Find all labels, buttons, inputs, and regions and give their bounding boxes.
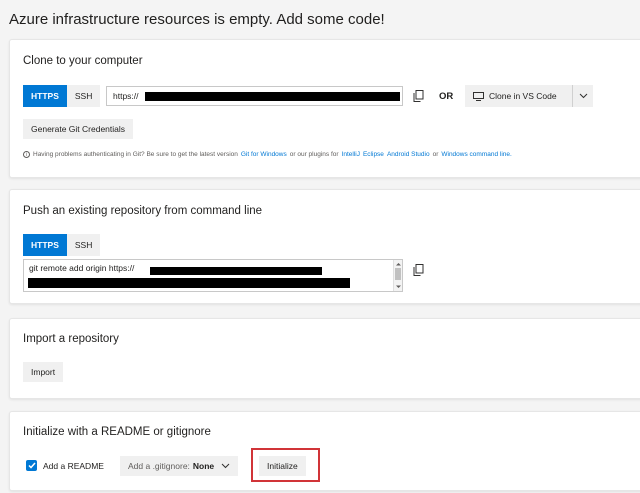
import-button[interactable]: Import xyxy=(23,362,64,382)
push-url-redaction-1 xyxy=(150,267,322,275)
monitor-icon xyxy=(473,91,484,101)
help-mid: or our plugins for xyxy=(289,151,339,158)
git-for-windows-link[interactable]: Git for Windows xyxy=(241,151,287,158)
init-title: Initialize with a README or gitignore xyxy=(23,426,211,438)
clone-copy-button[interactable] xyxy=(408,86,428,106)
scroll-up-icon xyxy=(396,263,401,266)
checkmark-icon xyxy=(27,462,36,469)
push-url-redaction-2 xyxy=(28,278,350,288)
chevron-down-icon xyxy=(579,93,587,99)
clone-url-redaction xyxy=(145,92,400,101)
push-title: Push an existing repository from command… xyxy=(23,205,263,217)
clone-vscode-dropdown[interactable] xyxy=(572,85,593,107)
initialize-highlight xyxy=(251,448,320,482)
clone-url-prefix: https:// xyxy=(113,91,139,101)
init-card: Initialize with a README or gitignore Ad… xyxy=(9,411,640,491)
clone-https-button[interactable]: HTTPS xyxy=(23,85,67,107)
push-ssh-button[interactable]: SSH xyxy=(66,234,101,256)
import-card: Import a repository Import xyxy=(9,318,640,399)
clone-vscode-label: Clone in VS Code xyxy=(489,91,557,101)
chevron-down-icon xyxy=(221,463,230,469)
clone-vscode-button[interactable]: Clone in VS Code xyxy=(465,85,593,107)
add-readme-checkbox[interactable] xyxy=(26,460,37,471)
scroll-down-icon xyxy=(396,285,401,288)
help-or: or xyxy=(432,151,439,158)
clone-card: Clone to your computer HTTPS SSH https:/… xyxy=(9,39,640,178)
gitignore-prefix: Add a .gitignore: xyxy=(128,461,190,471)
clone-help-text: i Having problems authenticating in Git?… xyxy=(23,151,512,158)
scroll-thumb[interactable] xyxy=(395,268,401,280)
copy-icon xyxy=(413,264,423,276)
clone-protocol-toggle: HTTPS SSH xyxy=(23,85,101,107)
android-studio-link[interactable]: Android Studio xyxy=(387,151,430,158)
push-protocol-toggle: HTTPS SSH xyxy=(23,234,101,256)
add-readme-label[interactable]: Add a README xyxy=(43,461,104,471)
clone-ssh-button[interactable]: SSH xyxy=(66,85,101,107)
eclipse-link[interactable]: Eclipse xyxy=(363,151,384,158)
copy-icon xyxy=(413,90,423,102)
gitignore-value: None xyxy=(192,461,215,471)
gitignore-dropdown[interactable]: Add a .gitignore: None xyxy=(120,456,239,476)
page-title: Azure infrastructure resources is empty.… xyxy=(9,11,385,28)
info-icon: i xyxy=(23,151,30,158)
import-title: Import a repository xyxy=(23,333,119,345)
intellij-link[interactable]: IntelliJ xyxy=(342,151,360,158)
push-command-scrollbar[interactable] xyxy=(393,260,402,291)
push-card: Push an existing repository from command… xyxy=(9,189,640,304)
or-label: OR xyxy=(439,91,454,102)
push-https-button[interactable]: HTTPS xyxy=(23,234,67,256)
help-prefix: Having problems authenticating in Git? B… xyxy=(33,151,238,158)
push-copy-button[interactable] xyxy=(408,260,428,280)
generate-credentials-button[interactable]: Generate Git Credentials xyxy=(23,119,134,139)
push-command-prefix: git remote add origin https:// xyxy=(29,263,135,273)
windows-cmd-link[interactable]: Windows command line. xyxy=(441,151,511,158)
clone-title: Clone to your computer xyxy=(23,55,143,67)
